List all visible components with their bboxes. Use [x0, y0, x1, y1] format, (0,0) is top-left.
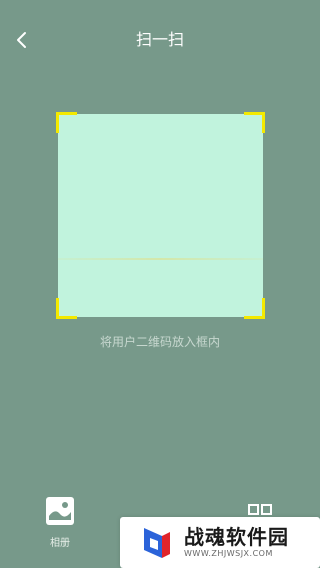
scan-line [58, 258, 263, 260]
page-title: 扫一扫 [135, 30, 184, 49]
scan-corner-bottom-right [244, 298, 265, 319]
watermark-url: WWW.ZHJWSJX.COM [184, 548, 273, 558]
scan-corner-bottom-left [56, 298, 77, 319]
album-label: 相册 [50, 538, 70, 549]
watermark-logo-icon [144, 527, 170, 558]
header: 扫一扫 [0, 0, 320, 82]
scan-corner-top-right [244, 112, 265, 133]
scan-frame [56, 112, 265, 319]
scan-corner-top-left [56, 112, 77, 133]
watermark-name: 战魂软件园 [184, 524, 289, 549]
image-icon [46, 497, 74, 525]
album-button[interactable]: 相册 [40, 496, 80, 558]
watermark-banner: 战魂软件园 WWW.ZHJWSJX.COM [120, 517, 320, 568]
scan-hint: 将用户二维码放入框内 [99, 335, 220, 349]
